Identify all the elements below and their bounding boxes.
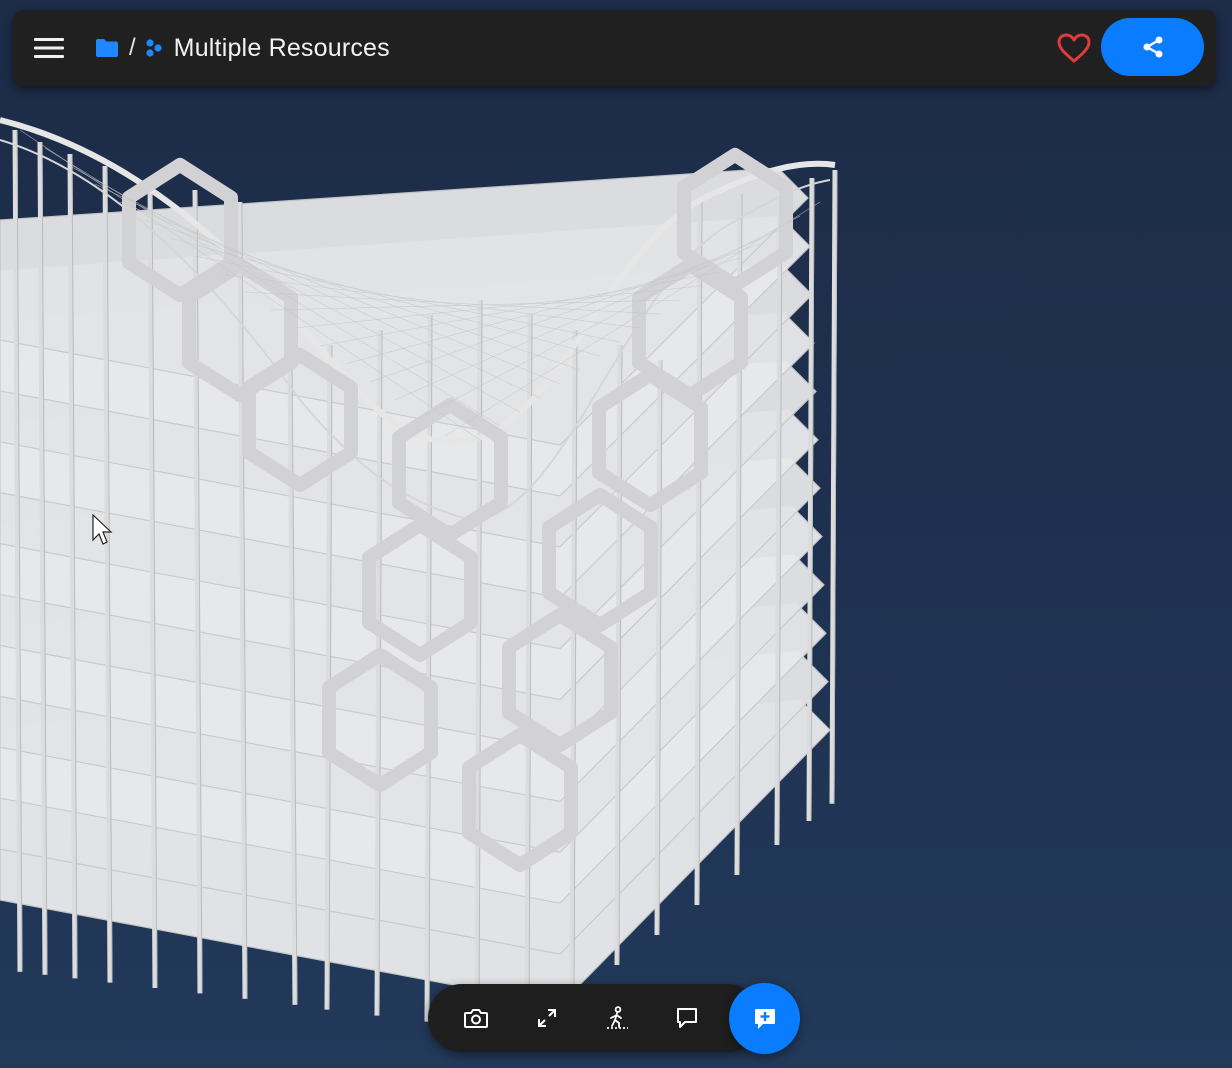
add-comment-button[interactable]: [729, 983, 800, 1054]
share-button[interactable]: [1101, 18, 1204, 76]
model-title: Multiple Resources: [173, 33, 390, 62]
mouse-cursor-icon: [92, 514, 113, 545]
folder-icon[interactable]: [95, 38, 119, 58]
favorite-button[interactable]: [1056, 30, 1092, 66]
hamburger-menu-icon: [34, 38, 64, 58]
breadcrumb: / Multiple Resources: [95, 10, 390, 86]
camera-icon: [464, 1009, 488, 1028]
walk-mode-button[interactable]: [599, 1000, 635, 1036]
bottom-toolbar: [428, 984, 762, 1052]
menu-button[interactable]: [29, 30, 69, 66]
expand-arrows-icon: [538, 1009, 556, 1027]
share-icon: [1143, 36, 1162, 58]
3d-viewport[interactable]: [0, 0, 1232, 1068]
heart-outline-icon: [1057, 33, 1091, 63]
person-walking-icon: [607, 1006, 628, 1029]
screenshot-button[interactable]: [458, 1000, 494, 1036]
breadcrumb-separator: /: [129, 34, 136, 61]
comment-plus-icon: [754, 1008, 775, 1029]
multiple-resources-icon: [144, 38, 164, 58]
fullscreen-button[interactable]: [529, 1000, 565, 1036]
top-bar: / Multiple Resources: [13, 10, 1216, 86]
comments-button[interactable]: [669, 1000, 705, 1036]
building-model[interactable]: [0, 0, 1232, 1068]
speech-bubble-icon: [677, 1008, 697, 1028]
